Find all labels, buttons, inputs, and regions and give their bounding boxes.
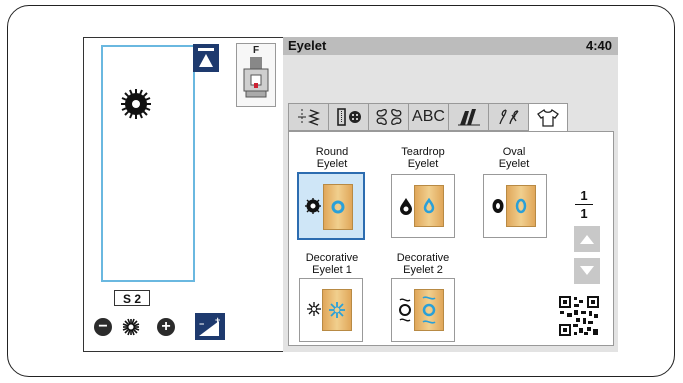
needle-up-down-button[interactable] [193, 44, 219, 72]
tab-alphabet-label: ABC [412, 108, 445, 125]
svg-text:−: − [199, 319, 204, 329]
oval-eyelet-label: Oval Eyelet [498, 146, 530, 170]
fabric-preview [323, 184, 353, 230]
page-down-button[interactable] [574, 258, 600, 284]
eyelet-hole-icon [422, 296, 436, 324]
pattern-oval-eyelet[interactable] [483, 174, 547, 238]
pattern-selection-panel: Eyelet 4:40 ABC Round Eyelet Teardrop Ey… [283, 37, 618, 352]
tab-decorative[interactable] [368, 103, 408, 131]
stitch-preview [101, 45, 195, 282]
fabric-preview [414, 185, 444, 227]
decorative-eyelet-2-icon [399, 298, 411, 322]
round-eyelet-label: Round Eyelet [315, 146, 349, 170]
buttonhole-icon [336, 108, 361, 126]
needle-stop-icon [198, 48, 214, 67]
teardrop-eyelet-icon [400, 198, 412, 215]
fabric-preview [506, 185, 536, 227]
decorative-eyelet-2-label: Decorative Eyelet 2 [396, 252, 450, 276]
svg-text:+: + [215, 315, 220, 325]
eyelet-hole-icon [331, 200, 345, 214]
decrease-size-button[interactable]: − [94, 318, 112, 336]
utility-stitch-icon [297, 109, 320, 126]
eyelet-hole-icon [423, 197, 435, 214]
total-pages: 1 [580, 206, 588, 221]
title-bar: Eyelet 4:40 [283, 37, 618, 55]
decorative-eyelet-1-icon [307, 302, 321, 316]
category-tabs: ABC [288, 103, 568, 132]
triangle-down-icon [580, 266, 594, 275]
tab-floral[interactable] [488, 103, 528, 131]
satin-stitch-icon [457, 109, 480, 126]
teardrop-eyelet-label: Teardrop Eyelet [401, 146, 445, 170]
increase-size-button[interactable]: + [157, 318, 175, 336]
page-title: Eyelet [288, 38, 327, 53]
presser-foot-label: F [252, 45, 260, 56]
pattern-round-eyelet[interactable] [297, 172, 365, 240]
pattern-decorative-eyelet-2[interactable] [391, 278, 455, 342]
presser-foot-icon [243, 57, 269, 98]
tab-satin[interactable] [448, 103, 488, 131]
page-indicator: 1 1 [572, 188, 596, 221]
fabric-preview [322, 289, 352, 331]
qr-code[interactable] [559, 296, 599, 336]
tab-alphabet[interactable]: ABC [408, 103, 448, 131]
stitch-size-display: S 2 [114, 290, 150, 306]
qr-code-icon [559, 296, 599, 336]
shirt-icon [537, 108, 559, 127]
pattern-decorative-eyelet-1[interactable] [299, 278, 363, 342]
presser-foot-indicator: F [236, 43, 276, 107]
triangle-up-icon [580, 235, 594, 244]
page-up-button[interactable] [574, 226, 600, 252]
round-eyelet-icon [305, 198, 321, 214]
current-page: 1 [580, 188, 588, 203]
clock: 4:40 [585, 38, 612, 53]
eyelet-hole-icon [329, 302, 345, 318]
decorative-stitch-icon [376, 109, 401, 125]
tab-utility[interactable] [288, 103, 328, 131]
pattern-teardrop-eyelet[interactable] [391, 174, 455, 238]
eyelet-size-icon [122, 318, 140, 336]
decorative-eyelet-1-label: Decorative Eyelet 1 [305, 252, 359, 276]
round-eyelet-preview-icon [121, 89, 151, 119]
eyelet-hole-icon [515, 198, 527, 214]
fabric-preview [414, 289, 444, 331]
tab-shirt[interactable] [528, 103, 568, 132]
oval-eyelet-icon [492, 199, 504, 213]
adjust-icon: + − [199, 315, 220, 336]
tab-buttonhole[interactable] [328, 103, 368, 131]
pattern-grid: Round Eyelet Teardrop Eyelet Oval Eyelet… [288, 131, 614, 346]
adjust-settings-button[interactable]: + − [195, 313, 225, 340]
floral-stitch-icon [498, 109, 519, 125]
